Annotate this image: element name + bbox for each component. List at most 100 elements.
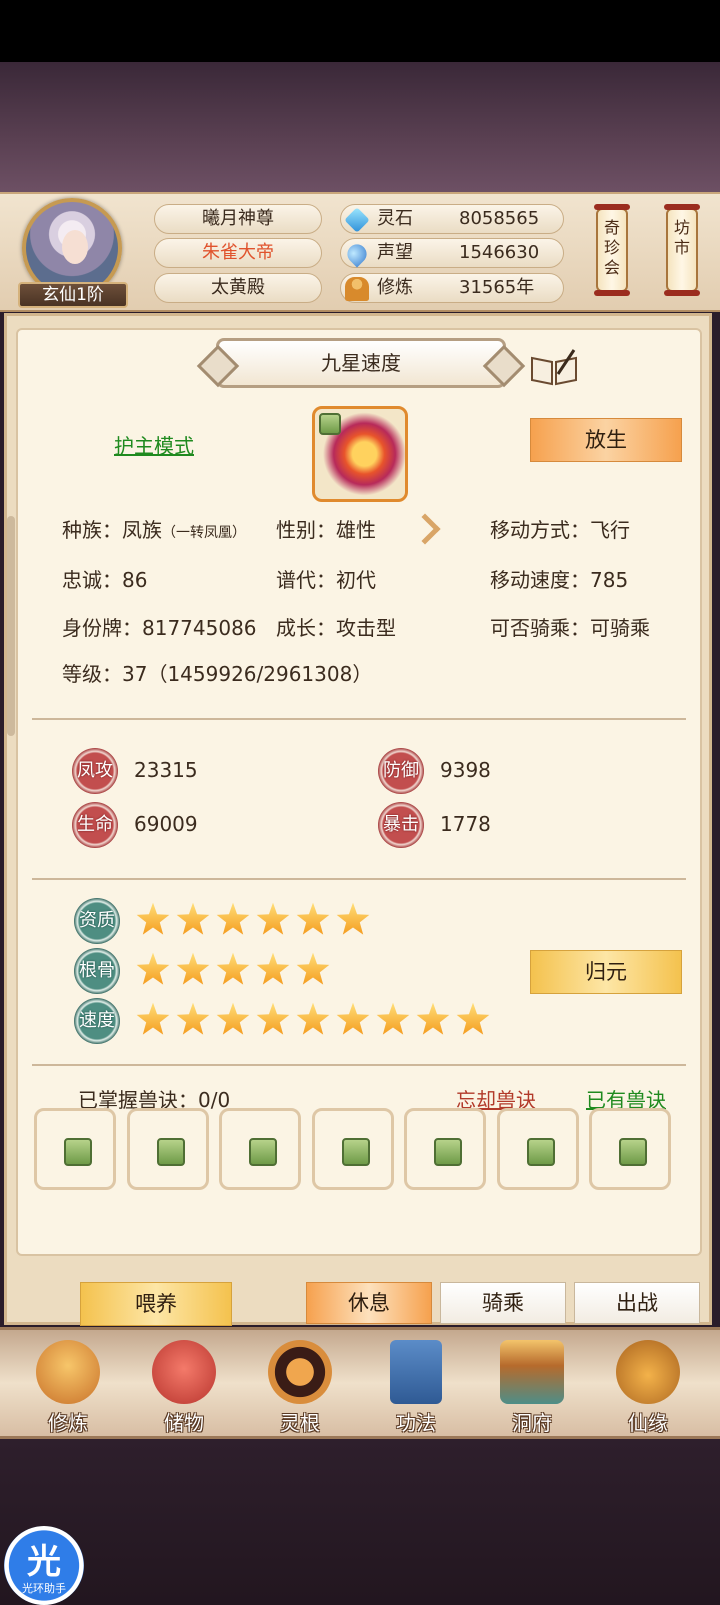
cultivation-icon: [345, 277, 369, 301]
reputation-icon: [343, 240, 371, 268]
player-header: 玄仙1阶 曦月神尊 朱雀大帝 太黄殿 灵石 8058565 声望 1546630…: [0, 192, 720, 312]
nav-storage[interactable]: 储物: [134, 1336, 234, 1436]
lock-icon: [249, 1138, 277, 1166]
title-1: 曦月神尊: [154, 204, 322, 234]
nav-label: 灵根: [280, 1411, 320, 1435]
stat-value: 1546630: [459, 242, 540, 263]
star-icon: [416, 1002, 450, 1035]
nav-label: 储物: [164, 1411, 204, 1435]
lock-icon: [341, 1138, 370, 1166]
skill-slot[interactable]: [496, 1108, 579, 1190]
nav-label: 洞府: [512, 1411, 552, 1435]
star-icon: [456, 1002, 490, 1035]
helper-float-button[interactable]: 光 光环助手: [4, 1526, 84, 1605]
stat-reputation: 声望 1546630: [340, 238, 564, 268]
stat-value: 8058565: [459, 208, 540, 229]
nav-cultivate[interactable]: 修炼: [18, 1336, 118, 1436]
skill-slot[interactable]: [311, 1108, 394, 1190]
level-info: 等级：37（1459926/2961308）: [62, 662, 373, 686]
star-icon: [176, 1002, 210, 1035]
treasure-fair-button[interactable]: 奇珍会: [594, 204, 630, 296]
gourd-icon: [616, 1340, 680, 1404]
race-label: 种族：凤族: [62, 518, 162, 542]
cave-palace-icon: [500, 1340, 564, 1404]
attack-value: 23315: [134, 758, 198, 782]
stat-spirit-stone: 灵石 8058565: [340, 204, 564, 234]
skill-slot[interactable]: [219, 1108, 301, 1190]
nav-label: 仙缘: [628, 1411, 668, 1435]
star-icon: [136, 1002, 170, 1035]
loyalty-info: 忠诚：86: [62, 568, 148, 592]
pet-portrait[interactable]: [312, 406, 408, 502]
bone-stars: [136, 952, 330, 986]
skill-slot[interactable]: [34, 1108, 116, 1190]
helper-label: 光环助手: [22, 1582, 66, 1595]
player-avatar[interactable]: 玄仙1阶: [18, 198, 128, 308]
star-icon: [256, 952, 290, 985]
title-2: 朱雀大帝: [154, 238, 322, 268]
id-tag-info: 身份牌：817745086: [62, 616, 257, 640]
lock-icon: [156, 1138, 185, 1166]
star-icon: [176, 902, 210, 935]
stat-label: 声望: [377, 242, 413, 263]
nav-cave[interactable]: 洞府: [482, 1336, 582, 1436]
nav-spirit-root[interactable]: 灵根: [250, 1336, 350, 1436]
release-button[interactable]: 放生: [530, 418, 682, 462]
scrollbar[interactable]: [7, 516, 15, 736]
skill-slot[interactable]: [589, 1108, 671, 1190]
background-upper: [0, 62, 720, 192]
lock-icon: [526, 1138, 555, 1166]
status-bar: [0, 0, 720, 62]
crit-value: 1778: [440, 812, 491, 836]
guard-mode-link[interactable]: 护主模式: [114, 430, 194, 459]
skill-slot[interactable]: [404, 1108, 486, 1190]
move-type-info: 移动方式：飞行: [490, 518, 630, 542]
attack-badge: 凤攻: [72, 748, 118, 794]
helper-glyph: 光: [27, 1542, 61, 1582]
nav-label: 修炼: [48, 1411, 88, 1435]
rest-button[interactable]: 休息: [306, 1282, 432, 1324]
nav-technique[interactable]: 功法: [366, 1336, 466, 1436]
defense-badge: 防御: [378, 748, 424, 794]
divider: [32, 1064, 686, 1066]
star-icon: [296, 1002, 330, 1035]
star-icon: [136, 952, 170, 985]
feed-button[interactable]: 喂养: [80, 1282, 232, 1326]
hp-badge: 生命: [72, 802, 118, 848]
aptitude-stars: [136, 902, 370, 936]
star-icon: [216, 1002, 250, 1035]
spirit-root-icon: [268, 1340, 332, 1404]
star-icon: [216, 902, 250, 935]
divider: [32, 878, 686, 880]
nav-label: 功法: [396, 1411, 436, 1435]
battle-button[interactable]: 出战: [574, 1282, 700, 1324]
stat-cultivation: 修炼 31565年: [340, 273, 564, 303]
star-icon: [136, 902, 170, 935]
race-info: 种族：凤族（一转凤凰）: [62, 514, 246, 543]
spirit-stone-icon: [344, 207, 370, 233]
rename-book-icon[interactable]: [528, 348, 580, 386]
stat-label: 灵石: [377, 208, 413, 229]
title-3: 太黄殿: [154, 273, 322, 303]
divider: [32, 718, 686, 720]
skill-slot[interactable]: [126, 1108, 209, 1190]
move-speed-info: 移动速度：785: [490, 568, 629, 592]
market-button[interactable]: 坊市: [664, 204, 700, 296]
ride-button[interactable]: 骑乘: [440, 1282, 566, 1324]
star-icon: [256, 902, 290, 935]
crit-badge: 暴击: [378, 802, 424, 848]
nav-destiny[interactable]: 仙缘: [598, 1336, 698, 1436]
star-icon: [336, 902, 370, 935]
speed-stars: [136, 1002, 490, 1036]
generation-info: 谱代：初代: [276, 568, 376, 592]
pet-name-banner[interactable]: 九星速度: [216, 338, 506, 388]
growth-info: 成长：攻击型: [276, 616, 396, 640]
stat-value: 31565年: [459, 277, 535, 298]
speed-badge: 速度: [74, 998, 120, 1044]
return-origin-button[interactable]: 归元: [530, 950, 682, 994]
technique-book-icon: [390, 1340, 442, 1404]
lock-icon: [319, 413, 341, 435]
bone-badge: 根骨: [74, 948, 120, 994]
rideable-info: 可否骑乘：可骑乘: [490, 616, 650, 640]
star-icon: [216, 952, 250, 985]
